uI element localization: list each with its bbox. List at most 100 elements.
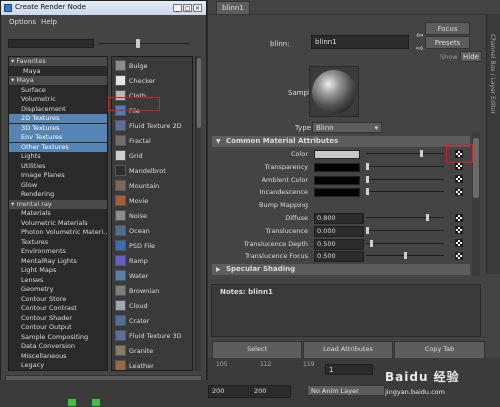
attribute-slider[interactable] — [366, 217, 444, 218]
category-item[interactable]: Legacy — [9, 361, 107, 370]
attribute-value-field[interactable]: 0.500 — [314, 238, 364, 250]
slider-handle[interactable] — [366, 188, 369, 196]
scrollbar-thumb[interactable] — [197, 58, 201, 128]
go-to-output-icon[interactable]: ⇨ — [416, 44, 424, 54]
type-dropdown[interactable]: Blinn ▾ — [312, 122, 382, 133]
select-button[interactable]: Select — [212, 341, 302, 359]
maximize-button[interactable]: □ — [183, 4, 192, 12]
minimize-button[interactable]: _ — [173, 4, 182, 12]
presets-button[interactable]: Presets — [425, 36, 470, 49]
node-item[interactable]: Grid — [113, 149, 192, 162]
category-item[interactable]: Textures — [9, 238, 107, 247]
node-item[interactable]: Crater — [113, 314, 192, 327]
map-texture-button[interactable] — [455, 213, 463, 222]
anim-layer-dropdown[interactable]: No Anim Layer — [307, 385, 385, 396]
color-swatch[interactable] — [314, 162, 360, 172]
map-texture-button[interactable] — [455, 251, 463, 260]
attribute-slider[interactable] — [366, 165, 444, 167]
category-item[interactable]: Maya — [9, 67, 107, 76]
category-item[interactable]: Surface — [9, 86, 107, 95]
range-start-field[interactable]: 200 — [208, 385, 249, 398]
node-item[interactable]: Ramp — [113, 254, 192, 267]
icon-size-slider-handle[interactable] — [136, 39, 140, 48]
node-item[interactable]: Fractal — [113, 134, 192, 147]
category-item[interactable]: Environments — [9, 247, 107, 256]
node-item[interactable]: Bulge — [113, 59, 192, 72]
scrollbar-thumb[interactable] — [473, 138, 479, 198]
go-to-input-icon[interactable]: ⇦ — [416, 31, 424, 41]
attribute-slider[interactable] — [366, 178, 444, 180]
show-button[interactable]: Show — [440, 53, 458, 61]
map-texture-button[interactable] — [455, 175, 463, 184]
attribute-value-field[interactable]: 0.800 — [314, 213, 364, 224]
category-item[interactable]: Materials — [9, 209, 107, 218]
map-texture-button[interactable] — [455, 187, 463, 196]
slider-handle[interactable] — [369, 239, 373, 247]
category-item[interactable]: Volumetric Materials — [9, 219, 107, 228]
category-item[interactable]: Lenses — [9, 276, 107, 285]
category-item[interactable]: Rendering — [9, 190, 107, 199]
category-item[interactable]: Geometry — [9, 285, 107, 294]
category-item[interactable]: Data Conversion — [9, 342, 107, 351]
category-item[interactable]: Utilities — [9, 162, 107, 171]
section-specular-shading[interactable]: ▶ Specular Shading — [212, 264, 470, 275]
category-item[interactable]: Miscellaneous — [9, 352, 107, 361]
icon-size-slider[interactable] — [99, 43, 189, 44]
node-item[interactable]: Movie — [113, 194, 192, 207]
map-texture-button[interactable] — [455, 162, 463, 171]
category-item[interactable]: Contour Contrast — [9, 304, 107, 313]
category-item[interactable]: Glow — [9, 181, 107, 190]
node-item[interactable]: Fluid Texture 2D — [113, 119, 192, 132]
category-item[interactable]: Photon Volumetric Materi... — [9, 228, 107, 237]
category-item[interactable]: Env Textures — [9, 133, 107, 142]
category-section[interactable]: ▾ Favorites — [9, 57, 107, 66]
node-item[interactable]: PSD File — [113, 239, 192, 252]
copy-tab-button[interactable]: Copy Tab — [394, 341, 485, 359]
slider-handle[interactable] — [403, 252, 407, 260]
node-item[interactable]: Cloud — [113, 299, 192, 312]
color-swatch[interactable] — [314, 150, 360, 159]
node-list-scrollbar[interactable] — [195, 56, 201, 371]
node-item[interactable]: Water — [113, 269, 192, 282]
range-end-field[interactable]: 200 — [250, 385, 291, 398]
category-item[interactable]: Volumetric — [9, 95, 107, 104]
category-item[interactable]: Contour Output — [9, 323, 107, 332]
attribute-slider[interactable] — [366, 153, 444, 154]
node-item[interactable]: Mandelbrot — [113, 164, 192, 177]
category-item[interactable]: MentalRay Lights — [9, 257, 107, 266]
category-item[interactable]: Sample Compositing — [9, 333, 107, 342]
attribute-value-field[interactable]: 0.500 — [314, 251, 364, 263]
category-item[interactable]: Light Maps — [9, 266, 107, 275]
slider-handle[interactable] — [366, 226, 369, 234]
node-item[interactable]: Fluid Texture 3D — [113, 329, 192, 342]
color-swatch[interactable] — [314, 175, 360, 185]
attribute-editor-scrollbar[interactable] — [472, 133, 480, 276]
node-item[interactable]: Ocean — [113, 224, 192, 237]
color-swatch[interactable] — [314, 188, 360, 198]
category-item[interactable]: Contour Shader — [9, 314, 107, 323]
notes-area[interactable]: Notes: blinn1 — [211, 284, 481, 337]
focus-button[interactable]: Focus — [425, 22, 470, 35]
map-texture-button[interactable] — [455, 226, 463, 235]
slider-handle[interactable] — [366, 175, 369, 183]
current-frame-field[interactable]: 1 — [325, 364, 373, 375]
close-window-button[interactable]: × — [193, 4, 202, 12]
tab-blinn1[interactable]: blinn1 — [216, 1, 250, 14]
category-section[interactable]: ▾ mental ray — [9, 199, 107, 209]
node-item[interactable]: Noise — [113, 209, 192, 222]
category-section[interactable]: ▾ Maya — [9, 76, 107, 85]
category-item[interactable]: 3D Textures — [9, 123, 107, 133]
map-texture-button[interactable] — [455, 239, 463, 248]
slider-handle[interactable] — [420, 150, 423, 157]
hide-button[interactable]: Hide — [460, 51, 482, 62]
slider-handle[interactable] — [366, 162, 369, 170]
node-name-field[interactable]: blinn1 — [311, 35, 409, 49]
attribute-value-field[interactable]: 0.000 — [314, 225, 364, 237]
category-item[interactable]: Lights — [9, 152, 107, 161]
category-item[interactable]: Displacement — [9, 105, 107, 114]
category-item[interactable]: Contour Store — [9, 295, 107, 304]
load-attributes-button[interactable]: Load Attributes — [303, 341, 393, 359]
menu-help[interactable]: Help — [41, 18, 57, 26]
category-item[interactable]: Other Textures — [9, 142, 107, 152]
attribute-slider[interactable] — [366, 242, 444, 244]
